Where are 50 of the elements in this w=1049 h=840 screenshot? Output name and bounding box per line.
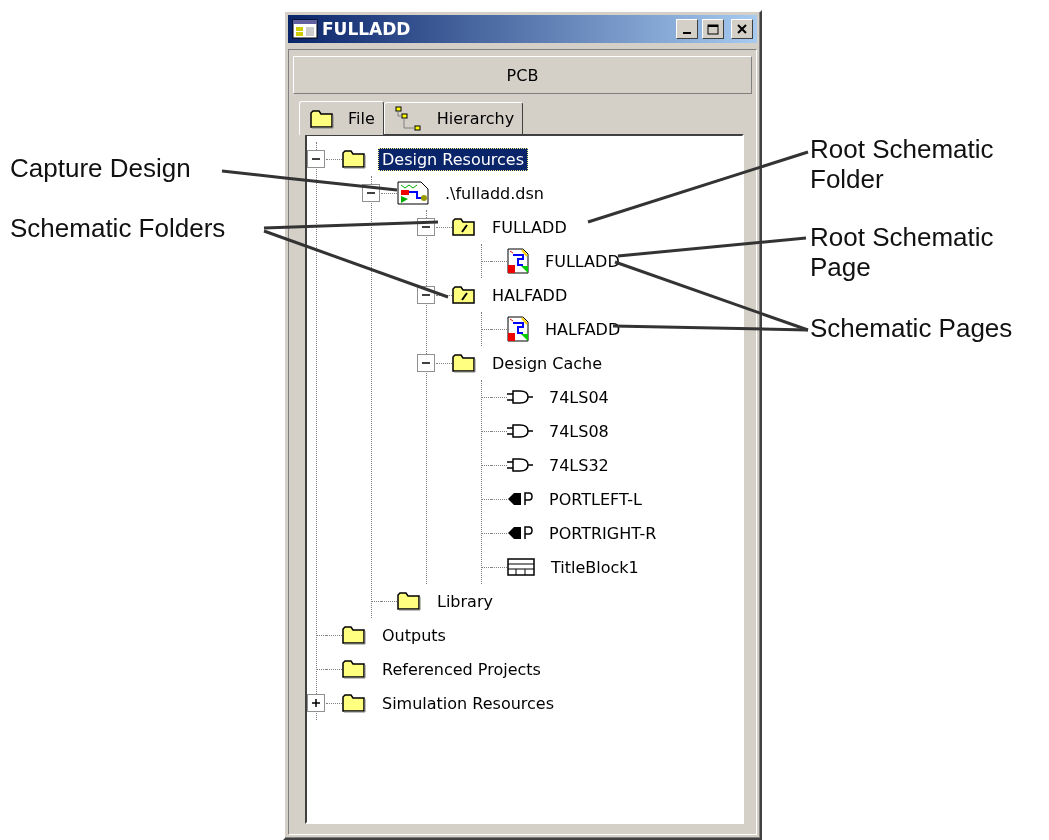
schematic-page-icon [507, 248, 529, 274]
port-icon [507, 526, 533, 540]
tree-item[interactable]: 74LS32 [545, 453, 613, 477]
folder-icon [310, 108, 334, 129]
tree-item[interactable]: HALFADD [541, 317, 625, 341]
minimize-button[interactable] [676, 19, 698, 39]
schematic-page-icon [507, 316, 529, 342]
callout-label: Root Schematic Folder [810, 134, 995, 194]
logic-gate-icon [507, 390, 533, 404]
callout-label: Root Schematic Page [810, 222, 995, 282]
callout-label: Capture Design [10, 153, 191, 183]
tree-item[interactable]: Simulation Resources [378, 691, 559, 715]
tree-item[interactable]: Referenced Projects [378, 657, 545, 681]
tree-item[interactable]: Outputs [378, 623, 450, 647]
hierarchy-icon [394, 105, 423, 132]
callout-label: Schematic Folders [10, 213, 226, 243]
close-button[interactable] [731, 19, 753, 39]
window-title: FULLADD [322, 19, 412, 39]
expander-toggle[interactable] [307, 694, 325, 712]
schematic-document-icon [397, 181, 429, 205]
title-block-icon [507, 558, 535, 576]
pcb-header: PCB [293, 56, 752, 94]
expander-toggle[interactable] [417, 354, 435, 372]
logic-gate-icon [507, 458, 533, 472]
tree-item[interactable]: PORTRIGHT-R [545, 521, 661, 545]
app-window-icon [292, 19, 318, 39]
tree-item[interactable]: FULLADD [488, 215, 571, 239]
tree-item[interactable]: TitleBlock1 [547, 555, 643, 579]
maximize-button[interactable] [702, 19, 724, 39]
close-icon [737, 24, 747, 34]
tree-item[interactable]: 74LS08 [545, 419, 613, 443]
plus-icon [311, 698, 321, 708]
tree-item[interactable]: HALFADD [488, 283, 572, 307]
logic-gate-icon [507, 424, 533, 438]
folder-icon [452, 285, 476, 305]
tree-item[interactable]: FULLADD [541, 249, 624, 273]
tree-item[interactable]: .\fulladd.dsn [441, 181, 548, 205]
tab[interactable]: Hierarchy [383, 102, 524, 134]
callout-label: Schematic Pages [810, 313, 1013, 343]
tree-item[interactable]: 74LS04 [545, 385, 613, 409]
tree-item[interactable]: Design Cache [488, 351, 607, 375]
tree-item[interactable]: PORTLEFT-L [545, 487, 646, 511]
expander-toggle[interactable] [307, 150, 325, 168]
folder-icon [452, 217, 476, 237]
maximize-icon [707, 23, 719, 35]
tree-item[interactable]: Library [433, 589, 497, 613]
port-icon [507, 492, 533, 506]
minimize-icon [683, 32, 691, 34]
tree-item[interactable]: Design Resources [378, 147, 529, 171]
tab[interactable]: File [299, 101, 384, 135]
